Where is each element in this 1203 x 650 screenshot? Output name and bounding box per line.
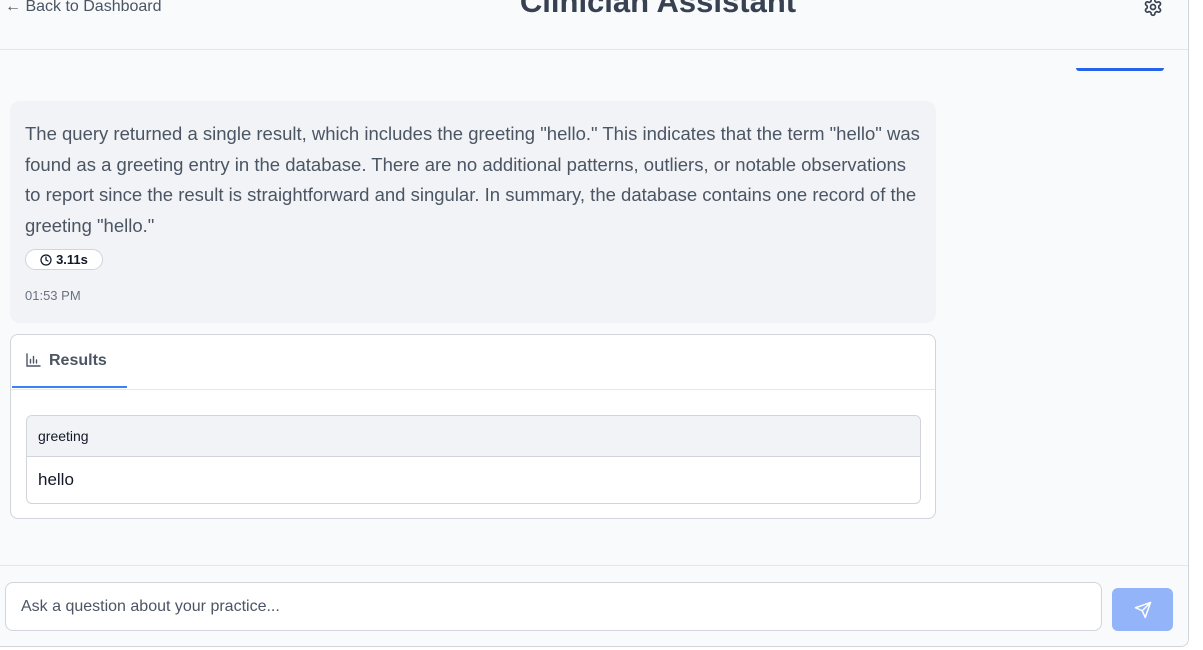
send-icon: [1134, 601, 1151, 618]
previous-message-edge: [1076, 68, 1164, 71]
table-cell: hello: [38, 470, 74, 489]
assistant-message: The query returned a single result, whic…: [10, 101, 936, 323]
results-table: greeting hello: [26, 415, 921, 504]
bar-chart-icon: [26, 353, 41, 367]
page-header: ← Back to Dashboard Clinician Assistant: [0, 0, 1188, 50]
clock-icon: [40, 253, 52, 266]
message-composer: [0, 565, 1188, 646]
app-window: ← Back to Dashboard Clinician Assistant …: [0, 0, 1189, 647]
response-time-value: 3.11s: [56, 252, 88, 267]
message-timestamp: 01:53 PM: [25, 288, 81, 303]
results-tabs: Results: [11, 335, 935, 390]
chat-thread[interactable]: The query returned a single result, whic…: [0, 50, 1188, 565]
tab-results-label: Results: [49, 352, 107, 369]
page-title: Clinician Assistant: [519, 0, 797, 19]
assistant-message-text: The query returned a single result, whic…: [25, 123, 920, 236]
tab-results[interactable]: Results: [12, 335, 127, 388]
send-button[interactable]: [1112, 588, 1173, 631]
question-input[interactable]: [5, 582, 1102, 631]
table-header-row: greeting: [27, 416, 920, 457]
results-panel: Results greeting hello: [10, 334, 936, 519]
response-time-badge: 3.11s: [25, 249, 103, 270]
gear-icon[interactable]: [1143, 0, 1163, 17]
column-header-greeting: greeting: [38, 428, 89, 444]
